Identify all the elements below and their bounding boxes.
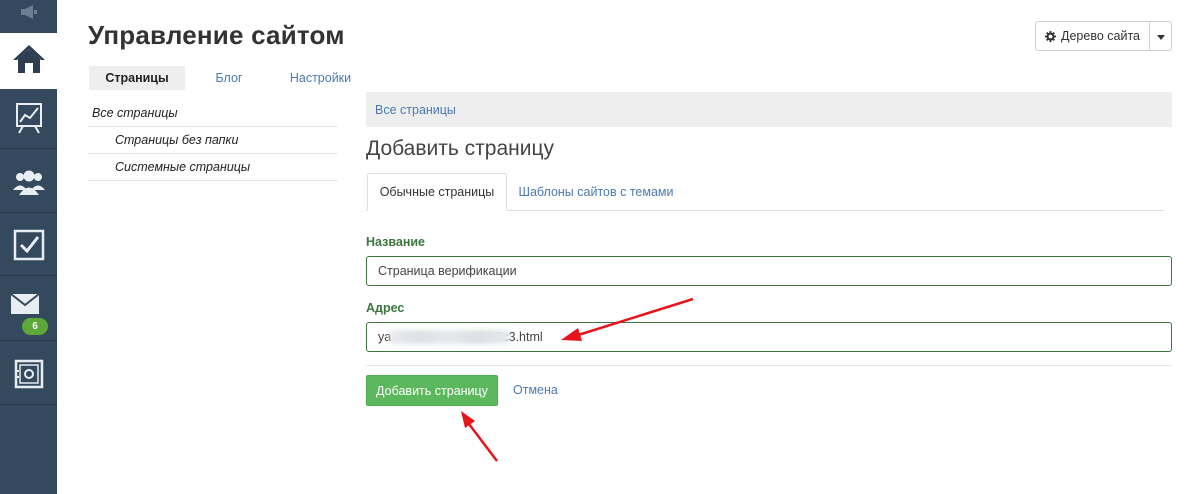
sidebar-item-settings[interactable] <box>0 349 57 405</box>
tab-pages[interactable]: Страницы <box>89 66 185 90</box>
form-heading: Добавить страницу <box>366 137 554 160</box>
site-tree-dropdown[interactable] <box>1149 21 1172 51</box>
sidebar-item-tasks[interactable] <box>0 220 57 276</box>
breadcrumb-link-all-pages[interactable]: Все страницы <box>375 103 456 117</box>
sidebar-item-home[interactable] <box>0 33 57 89</box>
mail-icon <box>9 293 40 320</box>
page-folder-list: Все страницы Страницы без папки Системны… <box>88 100 338 181</box>
arrow-to-add-button <box>461 411 498 462</box>
site-tree-button[interactable]: Дерево сайта <box>1035 21 1150 51</box>
tab-regular-pages[interactable]: Обычные страницы <box>367 173 507 211</box>
breadcrumb: Все страницы <box>366 92 1172 127</box>
tab-theme-templates[interactable]: Шаблоны сайтов с темами <box>511 173 681 211</box>
sidebar-item-stats[interactable] <box>0 93 57 149</box>
mail-badge: 6 <box>22 318 48 335</box>
blurred-address-region <box>390 330 509 344</box>
tab-settings[interactable]: Настройки <box>283 66 358 90</box>
page-type-tabs: Обычные страницы Шаблоны сайтов с темами <box>366 173 1164 211</box>
list-item-system-pages[interactable]: Системные страницы <box>88 154 338 181</box>
add-page-button[interactable]: Добавить страницу <box>366 375 498 406</box>
form-divider <box>366 365 1172 366</box>
safe-icon <box>14 359 44 394</box>
list-item-no-folder[interactable]: Страницы без папки <box>88 127 338 154</box>
checkbox-icon <box>13 229 45 266</box>
users-icon <box>12 168 46 201</box>
name-label: Название <box>366 235 426 249</box>
address-label: Адрес <box>366 301 405 315</box>
list-item-all-pages[interactable]: Все страницы <box>88 100 338 127</box>
sidebar: 6 <box>0 0 57 494</box>
tab-blog[interactable]: Блог <box>205 66 253 90</box>
chart-icon <box>15 102 43 139</box>
gear-icon <box>1045 30 1057 42</box>
page-title: Управление сайтом <box>88 20 345 50</box>
caret-down-icon <box>1156 27 1165 45</box>
sidebar-item-users[interactable] <box>0 157 57 213</box>
name-input[interactable] <box>366 256 1172 286</box>
cancel-link[interactable]: Отмена <box>513 383 558 397</box>
megaphone-icon[interactable] <box>0 0 57 24</box>
home-icon <box>12 43 46 80</box>
site-tree-label: Дерево сайта <box>1061 29 1140 43</box>
